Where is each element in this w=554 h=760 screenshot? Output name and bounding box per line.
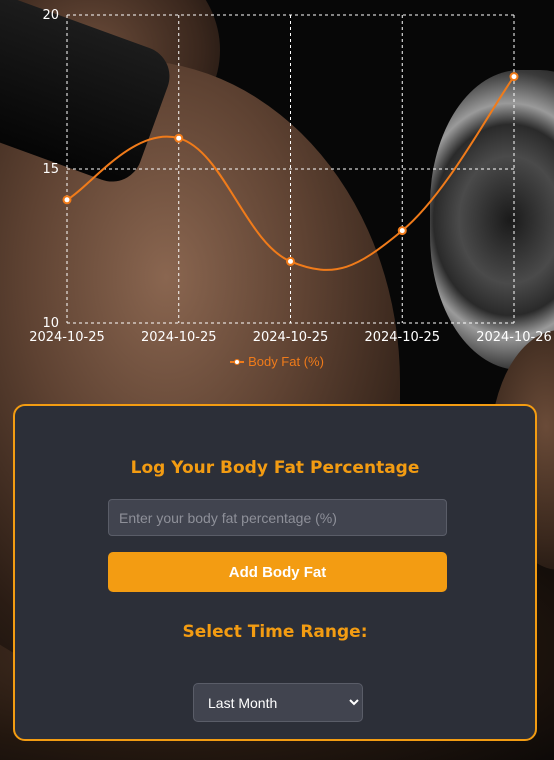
body-fat-input[interactable] [108, 499, 447, 536]
x-tick-label: 2024-10-25 [364, 330, 440, 345]
body-fat-chart: 10 15 20 2024-10-25 2024-10-25 2024-10-25 2024… [0, 0, 554, 390]
y-tick-label: 20 [42, 8, 59, 23]
data-point [286, 256, 295, 266]
x-tick-label: 2024-10-25 [141, 330, 217, 345]
chart-svg: 10 15 20 2024-10-25 2024-10-25 2024-10-25 2024… [29, 8, 552, 345]
chart-legend[interactable]: Body Fat (%) [0, 354, 554, 369]
y-tick-label: 15 [42, 162, 59, 177]
data-point [174, 133, 184, 143]
x-tick-label: 2024-10-26 [476, 330, 552, 345]
x-tick-label: 2024-10-25 [253, 330, 329, 345]
legend-line-marker-icon [230, 357, 245, 367]
data-point [62, 195, 72, 205]
y-tick-label: 10 [42, 316, 59, 331]
data-point [509, 72, 519, 82]
data-point [397, 226, 407, 236]
add-body-fat-button[interactable]: Add Body Fat [108, 552, 447, 592]
x-tick-label: 2024-10-25 [29, 330, 105, 345]
panel-title: Log Your Body Fat Percentage [130, 458, 420, 478]
time-range-select[interactable]: Last Month [193, 683, 363, 722]
time-range-title: Select Time Range: [182, 622, 368, 642]
legend-label: Body Fat (%) [248, 354, 324, 369]
log-body-fat-panel: Log Your Body Fat Percentage Add Body Fa… [13, 404, 537, 741]
